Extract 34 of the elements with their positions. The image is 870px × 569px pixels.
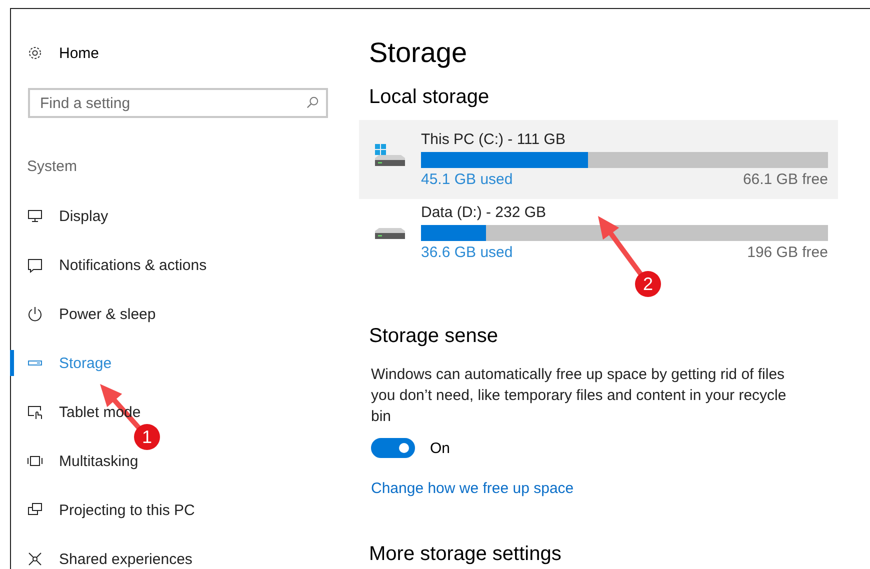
nav-item[interactable]: Storage — [10, 350, 351, 376]
projector-icon — [27, 502, 43, 518]
drive-item[interactable]: This PC (C:) - 111 GB 45.1 GB used 66.1 GB free — [359, 120, 838, 199]
monitor-icon — [27, 208, 43, 224]
drive-name: This PC (C:) - 111 GB — [421, 131, 566, 149]
tablet-touch-icon — [27, 404, 43, 420]
section-heading: More storage settings — [369, 542, 562, 567]
toggle-label: On — [430, 440, 450, 456]
search-icon — [306, 96, 319, 109]
drive-name: Data (D:) - 232 GB — [421, 204, 548, 222]
search-field[interactable]: Find a setting — [28, 88, 328, 118]
description-text: Windows can automatically free up space by getting rid of files you don’t need, like temporary files and content in your recycle bin — [371, 365, 788, 427]
drive-item[interactable]: Data (D:) - 232 GB 36.6 GB used 196 GB free — [359, 199, 838, 272]
toggle-switch[interactable] — [371, 438, 415, 458]
home-link[interactable]: Home — [27, 41, 351, 65]
page-title: Storage — [369, 36, 468, 70]
nav-item[interactable]: Projecting to this PC — [10, 497, 351, 523]
section-heading: Storage sense — [369, 324, 499, 349]
free-space: 66.1 GB free — [742, 171, 828, 189]
nav-item[interactable]: Display — [10, 203, 351, 229]
used-space: 36.6 GB used — [421, 244, 513, 262]
multitask-icon — [27, 453, 43, 469]
nav-item[interactable]: Power & sleep — [10, 301, 351, 327]
section-label: System — [27, 158, 78, 177]
message-icon — [27, 257, 43, 273]
power-icon — [27, 306, 43, 322]
settings-icon — [27, 45, 43, 61]
settings-link[interactable]: Change how we free up space — [371, 480, 574, 497]
used-space: 45.1 GB used — [421, 171, 513, 189]
nav-item[interactable]: Multitasking — [10, 448, 351, 474]
free-space: 196 GB free — [747, 244, 828, 262]
nav-item[interactable]: Shared experiences — [10, 546, 351, 569]
section-heading: Local storage — [369, 85, 490, 110]
nav-item[interactable]: Notifications & actions — [10, 252, 351, 278]
